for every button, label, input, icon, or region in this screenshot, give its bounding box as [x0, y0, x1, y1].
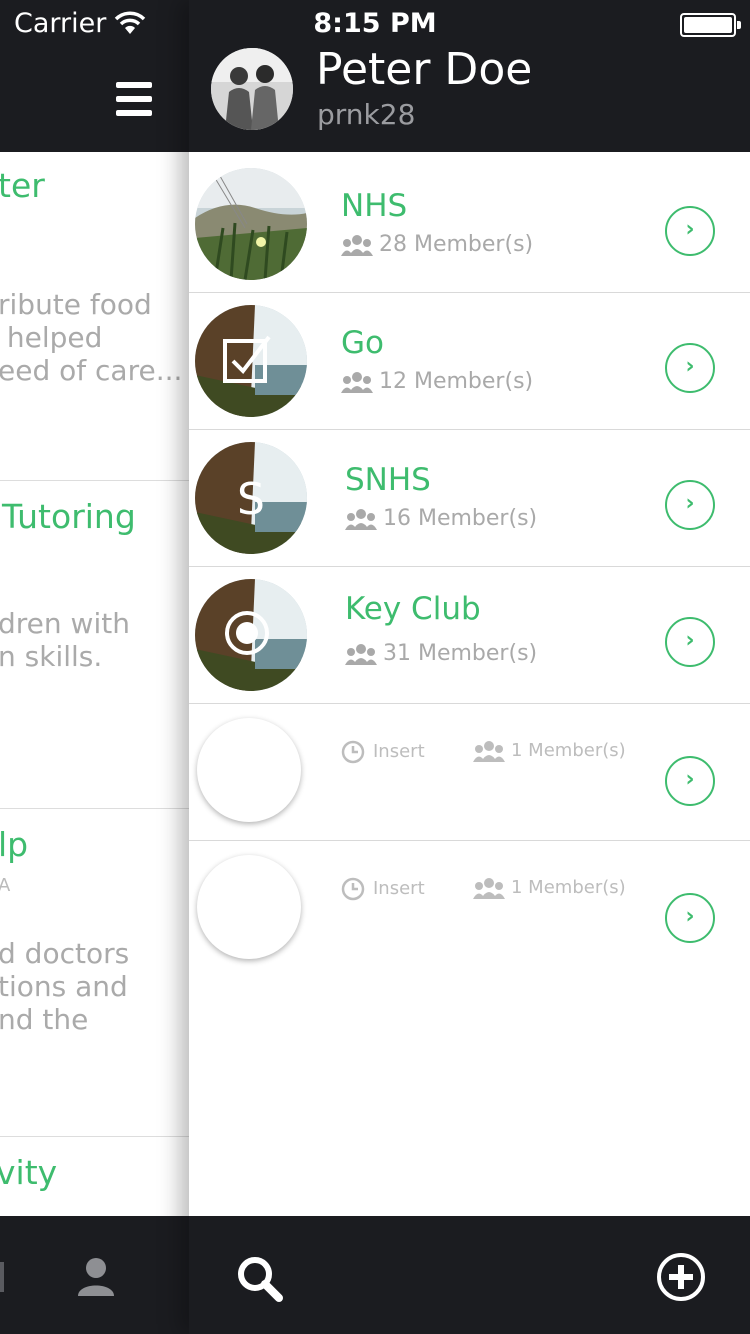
- side-card[interactable]: ter ribute food helped eed of care...: [0, 152, 190, 481]
- group-initial: S: [237, 474, 265, 525]
- member-count-text: 1 Member(s): [511, 877, 626, 898]
- member-count-text: 12 Member(s): [379, 369, 534, 394]
- profile-handle: prnk28: [317, 98, 416, 131]
- side-card-title: ter: [0, 166, 45, 205]
- side-card[interactable]: Tutoring dren with n skills.: [0, 481, 190, 809]
- group-name: SNHS: [345, 462, 431, 498]
- insert-text: Insert: [373, 741, 425, 762]
- side-card-description: d doctors tions and nd the: [0, 937, 130, 1036]
- members-icon: [473, 878, 505, 899]
- open-group-button[interactable]: ›: [665, 206, 715, 256]
- side-card[interactable]: lp A d doctors tions and nd the: [0, 809, 190, 1137]
- bottom-toolbar: [189, 1216, 750, 1334]
- tab-icon-partial[interactable]: [0, 1262, 4, 1292]
- side-menu-list: ter ribute food helped eed of care... Tu…: [0, 152, 190, 1216]
- clock-icon: [341, 740, 365, 764]
- search-icon[interactable]: [235, 1254, 285, 1304]
- open-group-button[interactable]: ›: [665, 343, 715, 393]
- group-row-nhs[interactable]: NHS 28 Member(s) ›: [189, 156, 750, 293]
- empty-avatar: [197, 855, 301, 959]
- members-icon: [345, 509, 377, 530]
- side-card-title: Tutoring: [2, 497, 136, 536]
- group-member-count: 31 Member(s): [345, 641, 537, 666]
- side-menu-panel: ter ribute food helped eed of care... Tu…: [0, 0, 190, 1334]
- member-count-text: 28 Member(s): [379, 232, 534, 257]
- group-avatar: S: [195, 442, 307, 554]
- group-avatar: [195, 305, 307, 417]
- pending-group-row[interactable]: Insert 1 Member(s) ›: [189, 704, 750, 841]
- clock-icon: [341, 877, 365, 901]
- avatar[interactable]: [211, 48, 293, 130]
- open-group-button[interactable]: ›: [665, 617, 715, 667]
- pending-group-row[interactable]: Insert 1 Member(s) ›: [189, 841, 750, 978]
- members-icon: [341, 372, 373, 393]
- group-member-count: 28 Member(s): [341, 232, 533, 257]
- member-count-text: 16 Member(s): [383, 506, 538, 531]
- empty-avatar: [197, 718, 301, 822]
- side-card-title: vity: [0, 1153, 58, 1192]
- members-icon: [473, 741, 505, 762]
- group-avatar: [195, 168, 307, 280]
- side-card-title: lp: [0, 825, 29, 864]
- group-row-key-club[interactable]: Key Club 31 Member(s) ›: [189, 567, 750, 704]
- insert-label: Insert: [341, 877, 425, 901]
- side-card-description: dren with n skills.: [0, 607, 130, 673]
- add-circle-icon[interactable]: [656, 1252, 706, 1302]
- groups-panel: Peter Doe prnk28 NHS 28 Member(s) › Go 1…: [189, 0, 750, 1334]
- group-row-snhs[interactable]: S SNHS 16 Member(s) ›: [189, 430, 750, 567]
- profile-name: Peter Doe: [316, 44, 533, 95]
- side-card-description: ribute food helped eed of care...: [0, 288, 183, 387]
- members-icon: [341, 235, 373, 256]
- member-count-text: 1 Member(s): [511, 740, 626, 761]
- battery-icon: [680, 13, 741, 37]
- open-group-button[interactable]: ›: [665, 756, 715, 806]
- user-icon[interactable]: [76, 1256, 116, 1296]
- group-member-count: 12 Member(s): [341, 369, 533, 394]
- open-group-button[interactable]: ›: [665, 893, 715, 943]
- group-avatar: [195, 579, 307, 691]
- open-group-button[interactable]: ›: [665, 480, 715, 530]
- member-count-text: 31 Member(s): [383, 641, 538, 666]
- group-list: NHS 28 Member(s) › Go 12 Member(s) › S S…: [189, 156, 750, 978]
- pending-member-count: 1 Member(s): [473, 740, 626, 762]
- members-icon: [345, 644, 377, 665]
- status-time: 8:15 PM: [313, 8, 437, 39]
- side-card-subtitle: A: [0, 875, 10, 896]
- group-name: NHS: [341, 188, 408, 224]
- status-bar: Carrier 8:15 PM: [0, 0, 750, 48]
- hamburger-menu-icon[interactable]: [116, 82, 152, 116]
- insert-label: Insert: [341, 740, 425, 764]
- pending-member-count: 1 Member(s): [473, 877, 626, 899]
- group-name: Go: [341, 325, 384, 361]
- group-member-count: 16 Member(s): [345, 506, 537, 531]
- insert-text: Insert: [373, 878, 425, 899]
- group-row-go[interactable]: Go 12 Member(s) ›: [189, 293, 750, 430]
- group-name: Key Club: [345, 591, 481, 627]
- side-card[interactable]: vity: [0, 1137, 190, 1216]
